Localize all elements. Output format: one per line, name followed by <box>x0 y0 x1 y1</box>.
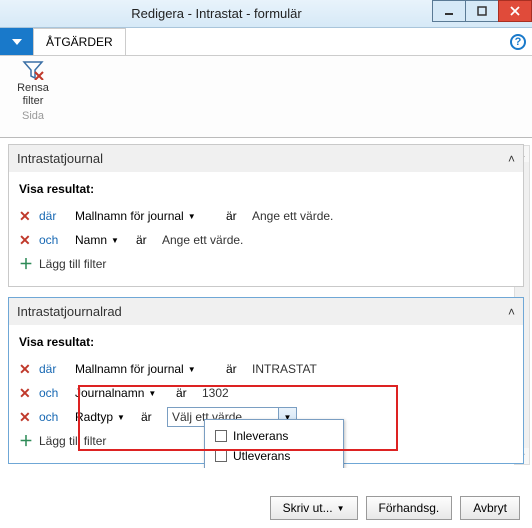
remove-filter-icon[interactable]: ✕ <box>19 232 33 249</box>
menu-bar: ÅTGÄRDER ? <box>0 28 532 56</box>
filter-row: ✕ där Mallnamn för journal▼ är INTRASTAT <box>19 357 513 381</box>
help-icon: ? <box>510 34 526 50</box>
conjunction[interactable]: och <box>39 233 69 247</box>
clear-filter-label2: filter <box>8 95 58 108</box>
minimize-button[interactable] <box>432 0 466 22</box>
filter-row: ✕ där Mallnamn för journal▼ är Ange ett … <box>19 204 513 228</box>
show-result-label: Visa resultat: <box>19 335 513 349</box>
panel-title: Intrastatjournalrad <box>17 304 122 319</box>
filter-value[interactable]: 1302 <box>202 386 229 400</box>
remove-filter-icon[interactable]: ✕ <box>19 409 33 426</box>
clear-filter-button[interactable]: Rensa filter Sida <box>8 60 58 122</box>
panel-header-intrastatjournal[interactable]: Intrastatjournal ˄ <box>9 145 523 172</box>
content-area: Intrastatjournal ˄ Visa resultat: ✕ där … <box>0 138 532 468</box>
chevron-down-icon: ▼ <box>111 236 119 245</box>
chevron-up-icon: ˄ <box>508 305 515 319</box>
show-result-label: Visa resultat: <box>19 182 513 196</box>
plus-icon: ＋ <box>19 431 33 451</box>
conjunction[interactable]: där <box>39 209 69 223</box>
chevron-down-icon: ▼ <box>188 365 196 374</box>
print-button[interactable]: Skriv ut... ▼ <box>270 496 358 520</box>
option-label: Utleverans <box>233 449 290 463</box>
chevron-down-icon: ▼ <box>337 504 345 513</box>
button-label: Förhandsg. <box>379 501 440 515</box>
panel-header-intrastatjournalrad[interactable]: Intrastatjournalrad ˄ <box>9 298 523 325</box>
operator-selector[interactable]: är <box>226 209 246 223</box>
title-bar: Redigera - Intrastat - formulär <box>0 0 532 28</box>
conjunction[interactable]: och <box>39 410 69 424</box>
option-inleverans[interactable]: Inleverans <box>215 426 333 446</box>
option-utleverans[interactable]: Utleverans <box>215 446 333 466</box>
remove-filter-icon[interactable]: ✕ <box>19 361 33 378</box>
ribbon: Rensa filter Sida <box>0 56 532 138</box>
chevron-down-icon: ▼ <box>117 413 125 422</box>
funnel-icon <box>22 60 44 80</box>
field-selector[interactable]: Mallnamn för journal▼ <box>75 362 220 376</box>
add-filter-label: Lägg till filter <box>39 257 106 271</box>
close-button[interactable] <box>498 0 532 22</box>
checkbox-icon <box>215 450 227 462</box>
preview-button[interactable]: Förhandsg. <box>366 496 453 520</box>
field-selector[interactable]: Namn▼ <box>75 233 130 247</box>
conjunction[interactable]: där <box>39 362 69 376</box>
ribbon-group-label: Sida <box>8 110 58 122</box>
filter-value[interactable]: Ange ett värde. <box>252 209 333 223</box>
option-label: Inleverans <box>233 429 288 443</box>
window-title: Redigera - Intrastat - formulär <box>0 6 433 21</box>
chevron-down-icon: ▼ <box>188 212 196 221</box>
filter-row: ✕ och Journalnamn▼ är 1302 <box>19 381 513 405</box>
filter-value[interactable]: Ange ett värde. <box>162 233 243 247</box>
filter-row: ✕ och Namn▼ är Ange ett värde. <box>19 228 513 252</box>
add-filter-label: Lägg till filter <box>39 434 106 448</box>
operator-selector[interactable]: är <box>141 410 161 424</box>
button-label: Avbryt <box>473 501 507 515</box>
checkbox-icon <box>215 430 227 442</box>
operator-selector[interactable]: är <box>226 362 246 376</box>
field-selector[interactable]: Radtyp▼ <box>75 410 135 424</box>
panel-intrastatjournal: Intrastatjournal ˄ Visa resultat: ✕ där … <box>8 144 524 287</box>
remove-filter-icon[interactable]: ✕ <box>19 385 33 402</box>
remove-filter-icon[interactable]: ✕ <box>19 208 33 225</box>
operator-selector[interactable]: är <box>176 386 196 400</box>
clear-filter-label1: Rensa <box>8 82 58 95</box>
field-selector[interactable]: Journalnamn▼ <box>75 386 170 400</box>
combobox-dropdown[interactable]: Inleverans Utleverans <box>204 419 344 468</box>
chevron-down-icon: ▼ <box>148 389 156 398</box>
maximize-button[interactable] <box>465 0 499 22</box>
plus-icon: ＋ <box>19 254 33 274</box>
operator-selector[interactable]: är <box>136 233 156 247</box>
file-menu-button[interactable] <box>0 28 34 55</box>
button-label: Skriv ut... <box>283 501 333 515</box>
tab-actions[interactable]: ÅTGÄRDER <box>33 28 126 55</box>
help-button[interactable]: ? <box>504 28 532 55</box>
panel-title: Intrastatjournal <box>17 151 103 166</box>
cancel-button[interactable]: Avbryt <box>460 496 520 520</box>
panel-intrastatjournalrad: Intrastatjournalrad ˄ Visa resultat: ✕ d… <box>8 297 524 464</box>
add-filter-row[interactable]: ＋ Lägg till filter <box>19 252 513 276</box>
filter-value[interactable]: INTRASTAT <box>252 362 317 376</box>
conjunction[interactable]: och <box>39 386 69 400</box>
field-selector[interactable]: Mallnamn för journal▼ <box>75 209 220 223</box>
dialog-footer: Skriv ut... ▼ Förhandsg. Avbryt <box>270 496 520 520</box>
chevron-up-icon: ˄ <box>508 152 515 166</box>
